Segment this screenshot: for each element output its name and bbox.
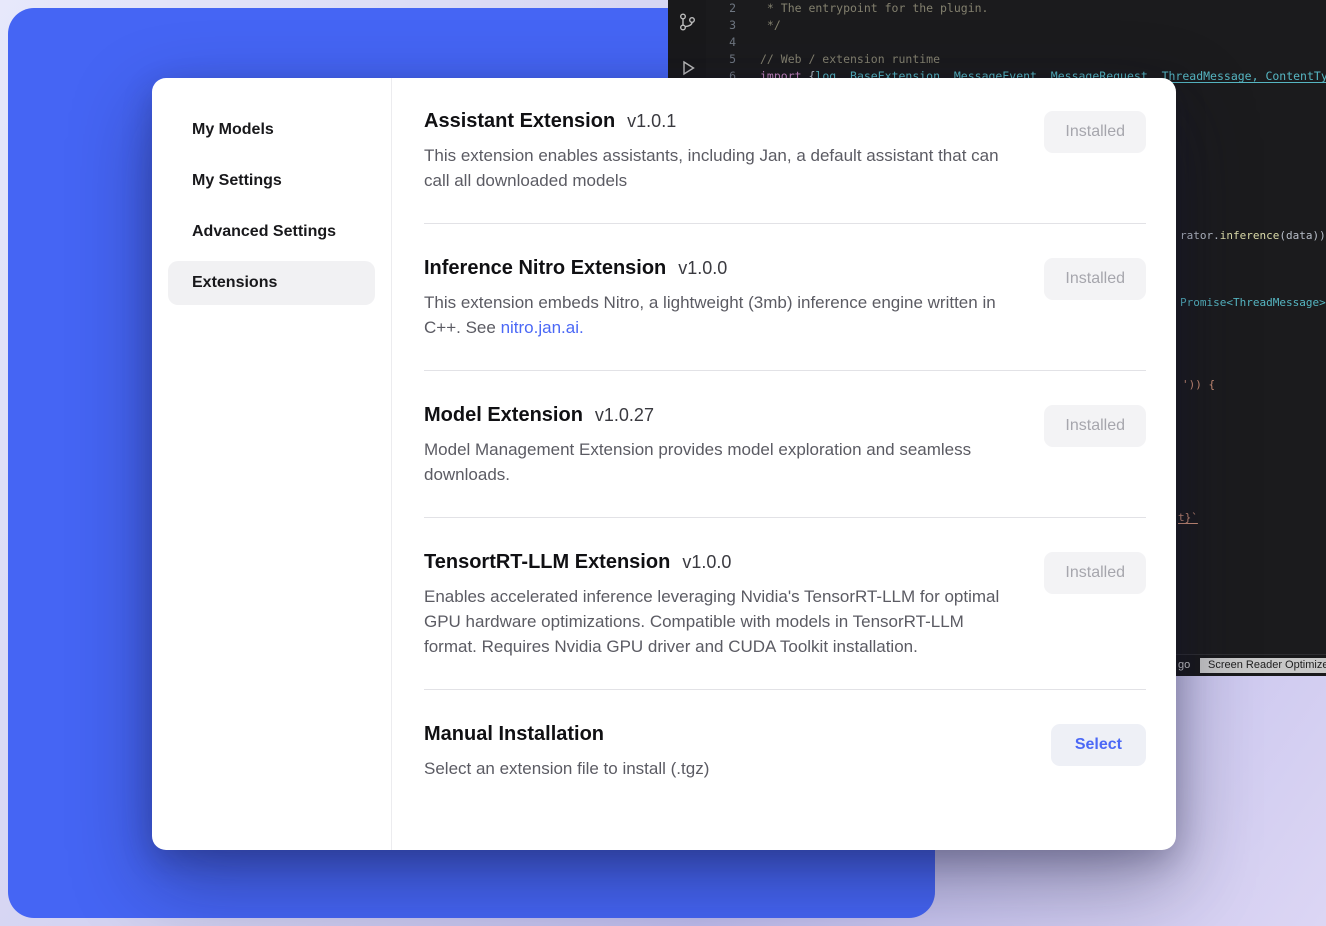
extension-name: Assistant Extension xyxy=(424,110,615,133)
code-text: */ xyxy=(760,17,781,34)
code-line: 3 */ xyxy=(668,17,1326,34)
code-line: 2 * The entrypoint for the plugin. xyxy=(668,0,1326,17)
extension-name: Model Extension xyxy=(424,404,583,427)
extension-info: Model Extension v1.0.27 Model Management… xyxy=(424,404,1009,487)
extension-version: v1.0.1 xyxy=(627,111,676,132)
extension-name: Inference Nitro Extension xyxy=(424,257,666,280)
code-line: 4 xyxy=(668,34,1326,51)
extension-description: Enables accelerated inference leveraging… xyxy=(424,584,1009,659)
code-fragment: Promise<ThreadMessage> xyxy=(1180,296,1326,309)
extension-version: v1.0.27 xyxy=(595,405,654,426)
line-number: 3 xyxy=(668,17,736,34)
installed-button[interactable]: Installed xyxy=(1044,405,1146,447)
extension-version: v1.0.0 xyxy=(682,552,731,573)
extension-row-tensorrt-llm: TensortRT-LLM Extension v1.0.0 Enables a… xyxy=(424,518,1146,690)
line-number: 5 xyxy=(668,51,736,68)
extension-row-manual-installation: Manual Installation Select an extension … xyxy=(424,690,1146,811)
code-text: * The entrypoint for the plugin. xyxy=(760,0,988,17)
extension-header: TensortRT-LLM Extension v1.0.0 xyxy=(424,551,1009,574)
extension-info: Manual Installation Select an extension … xyxy=(424,723,709,781)
extension-row-assistant: Assistant Extension v1.0.1 This extensio… xyxy=(424,78,1146,224)
line-number: 2 xyxy=(668,0,736,17)
code-fragment: rator.inference(data)); xyxy=(1180,229,1326,242)
code-area: 2 * The entrypoint for the plugin. 3 */ … xyxy=(668,0,1326,85)
settings-modal: My Models My Settings Advanced Settings … xyxy=(152,78,1176,850)
extension-row-model: Model Extension v1.0.27 Model Management… xyxy=(424,371,1146,518)
nav-item-advanced-settings[interactable]: Advanced Settings xyxy=(168,210,375,254)
extension-info: Inference Nitro Extension v1.0.0 This ex… xyxy=(424,257,1009,340)
nav-item-my-settings[interactable]: My Settings xyxy=(168,159,375,203)
code-fragment: ')) { xyxy=(1182,378,1215,391)
extension-header: Model Extension v1.0.27 xyxy=(424,404,1009,427)
extension-info: TensortRT-LLM Extension v1.0.0 Enables a… xyxy=(424,551,1009,659)
extension-name: Manual Installation xyxy=(424,723,604,746)
extension-header: Manual Installation xyxy=(424,723,709,746)
extensions-list: Assistant Extension v1.0.1 This extensio… xyxy=(392,78,1176,850)
extension-description: This extension enables assistants, inclu… xyxy=(424,143,1009,193)
extension-version: v1.0.0 xyxy=(678,258,727,279)
code-line: 5 // Web / extension runtime xyxy=(668,51,1326,68)
code-fragment: t}` xyxy=(1178,511,1198,524)
nitro-jan-ai-link[interactable]: nitro.jan.ai. xyxy=(501,318,584,337)
extension-info: Assistant Extension v1.0.1 This extensio… xyxy=(424,110,1009,193)
status-text: go xyxy=(1178,659,1190,671)
extension-name: TensortRT-LLM Extension xyxy=(424,551,670,574)
line-number: 4 xyxy=(668,34,736,51)
select-button[interactable]: Select xyxy=(1051,724,1146,766)
nav-item-extensions[interactable]: Extensions xyxy=(168,261,375,305)
settings-nav: My Models My Settings Advanced Settings … xyxy=(152,78,392,850)
installed-button[interactable]: Installed xyxy=(1044,258,1146,300)
installed-button[interactable]: Installed xyxy=(1044,111,1146,153)
extension-description: Select an extension file to install (.tg… xyxy=(424,756,709,781)
extension-row-inference-nitro: Inference Nitro Extension v1.0.0 This ex… xyxy=(424,224,1146,371)
extension-header: Inference Nitro Extension v1.0.0 xyxy=(424,257,1009,280)
extension-description: Model Management Extension provides mode… xyxy=(424,437,1009,487)
extension-description: This extension embeds Nitro, a lightweig… xyxy=(424,290,1009,340)
screen-reader-badge[interactable]: Screen Reader Optimized xyxy=(1200,658,1326,673)
nav-item-my-models[interactable]: My Models xyxy=(168,108,375,152)
code-text: // Web / extension runtime xyxy=(760,51,940,68)
installed-button[interactable]: Installed xyxy=(1044,552,1146,594)
extension-header: Assistant Extension v1.0.1 xyxy=(424,110,1009,133)
